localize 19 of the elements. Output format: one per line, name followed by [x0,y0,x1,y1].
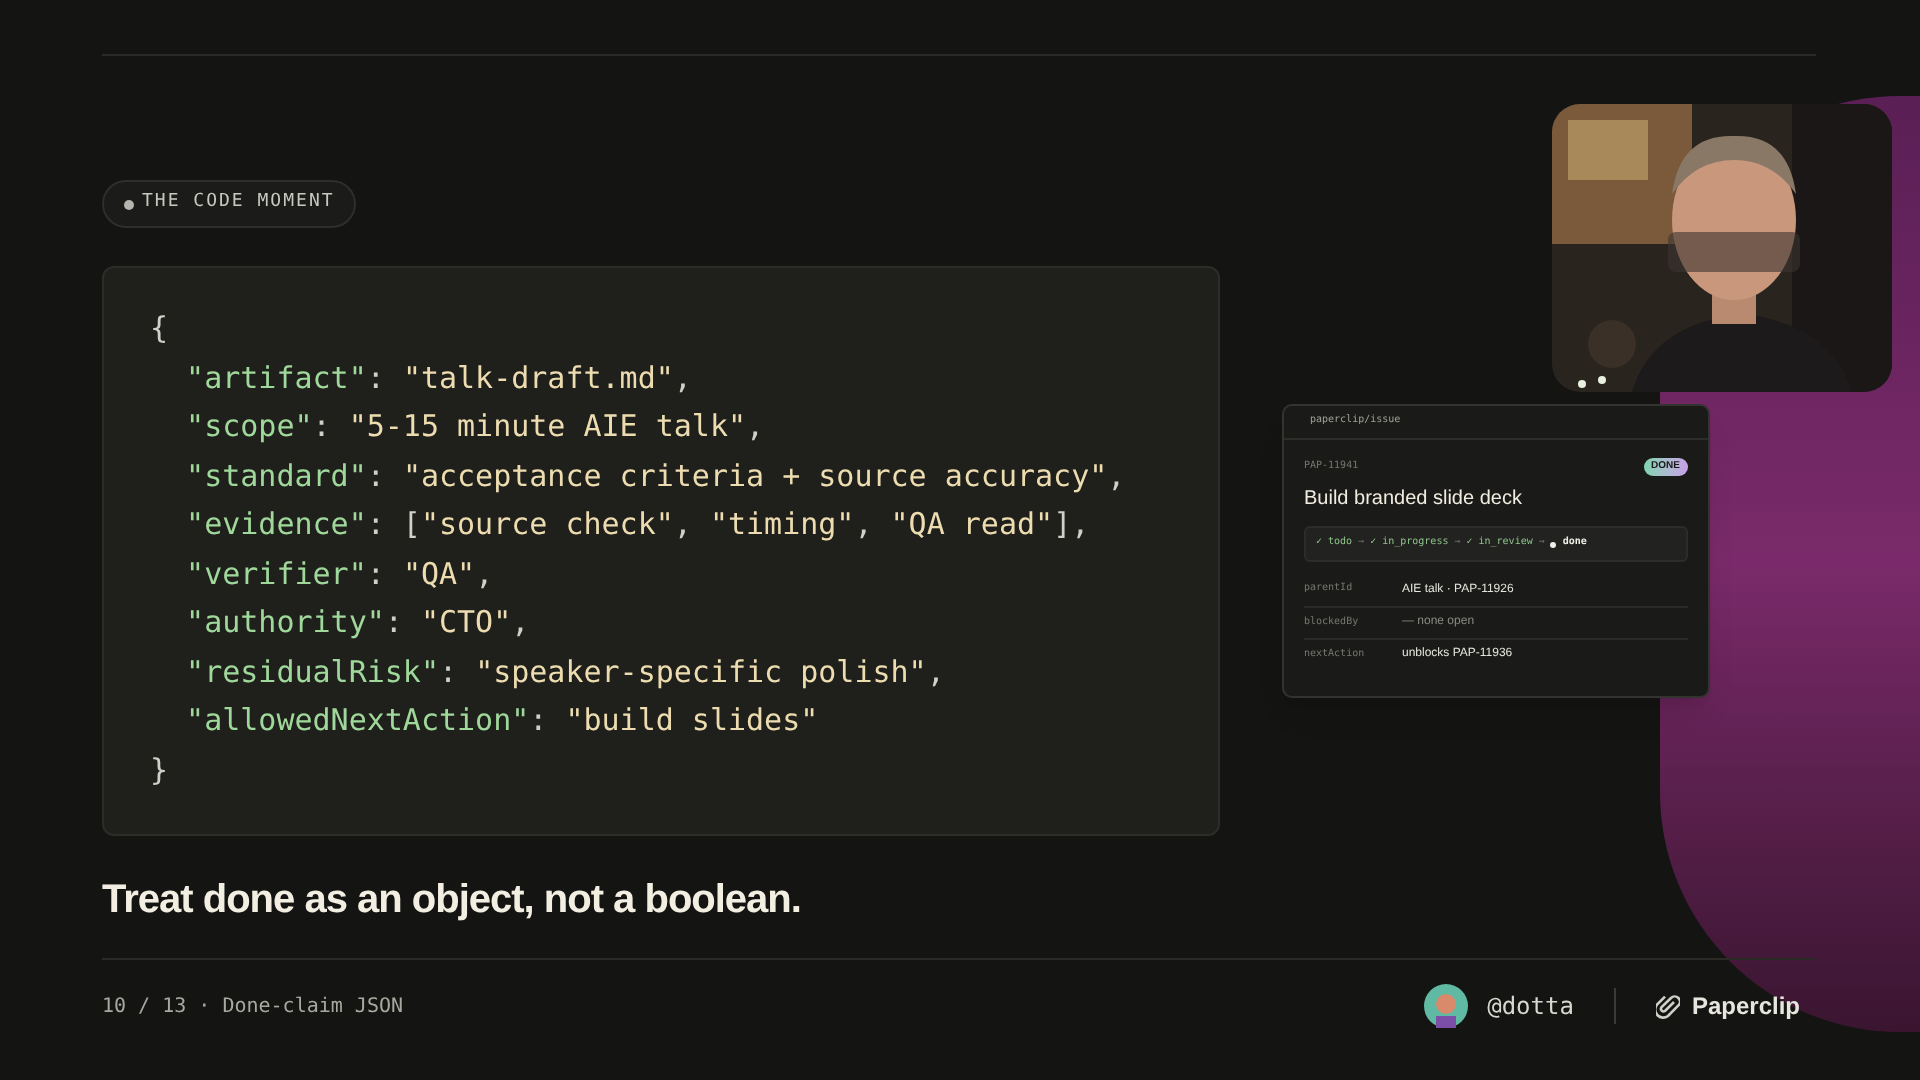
code-line: "scope": "5-15 minute AIE talk", [184,406,765,448]
page-counter: 10 / 13 · Done-claim JSON [102,993,404,1021]
code-line: { [150,308,169,350]
issue-title: Build branded slide deck [1302,486,1524,514]
avatar-icon [1423,984,1468,1028]
headline: Treat done as an object, not a boolean. [102,876,803,926]
code-line: "residualRisk": "speaker-specific polish", [184,651,945,693]
bullet-icon [124,199,134,209]
speaker-handle: @dotta [1487,990,1574,1024]
paperclip-icon [1655,992,1680,1020]
code-line: "authority": "CTO", [184,602,530,644]
brand-name: Paperclip [1691,990,1800,1024]
code-line: "verifier": "QA", [184,553,494,595]
code-line: "allowedNextAction": "build slides" [184,700,819,742]
code-line: "standard": "acceptance criteria + source accuracy", [184,455,1126,497]
code-line: "artifact": "talk-draft.md", [184,357,692,399]
section-tag-label: THE CODE MOMENT [142,190,335,217]
code-line: } [150,749,169,791]
code-line: "evidence": ["source check", "timing", "QA read"], [184,504,1090,546]
